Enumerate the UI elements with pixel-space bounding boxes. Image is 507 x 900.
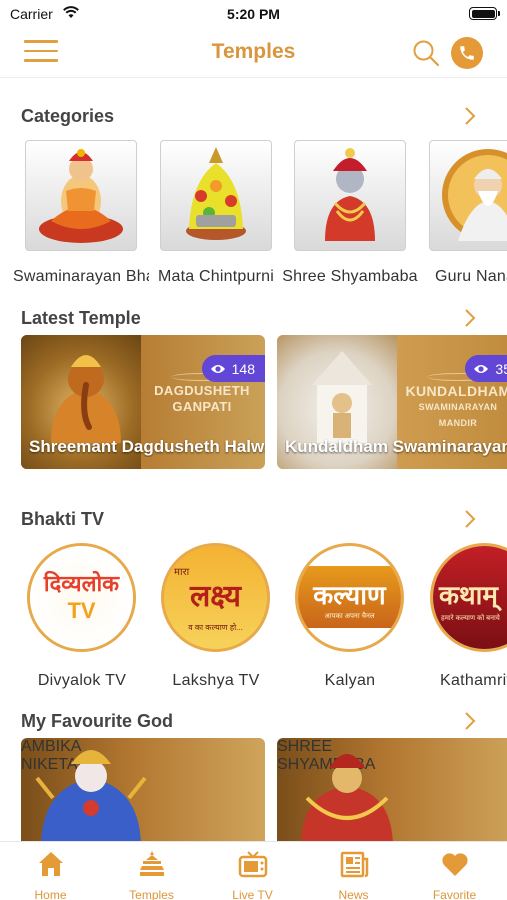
category-image[interactable] [294,140,406,251]
temple-overlay-name: KUNDALDHAM SWAMINARAYAN MANDIR [405,383,507,428]
phone-icon [460,46,474,60]
tv-channel-item[interactable]: मारा लक्ष्य व का कल्याण हो... Lakshya TV [160,543,272,690]
tv-channel-item[interactable]: दिव्यलोक TV Divyalok TV [26,543,138,690]
chevron-right-icon[interactable] [459,105,481,127]
categories-row[interactable]: Swaminarayan Bhagwan Mata Chintpurni [0,140,507,290]
deity-image [301,754,393,841]
tv-channel-item[interactable]: कथाम् हमारे कल्याण को बनाये Kathamrit [429,543,507,690]
battery-icon [469,7,500,20]
latest-temple-row[interactable]: DAGDUSHETH GANPATI 148 Shreemant Dagdush… [0,335,507,471]
deity-image [35,750,147,841]
temple-overlay-name: DAGDUSHETH GANPATI [154,383,250,414]
call-button[interactable] [451,37,483,69]
deity-image [39,149,123,243]
temple-icon [139,851,164,876]
chevron-right-icon[interactable] [459,307,481,329]
tv-channel-item[interactable]: कल्याण आपका अपना चैनल Kalyan [294,543,406,690]
section-title: My Favourite God [21,711,174,731]
deity-image [186,147,246,240]
category-image[interactable] [429,140,507,251]
category-image[interactable] [160,140,272,251]
categories-header: Categories [21,103,487,129]
channel-logo-tagline: हमारे कल्याण को बनाये [441,615,500,622]
tab-label: Home [34,888,67,900]
chevron-right-icon[interactable] [459,508,481,530]
temple-card[interactable]: KUNDALDHAM SWAMINARAYAN MANDIR 35 Kundal… [277,335,507,469]
section-title: Bhakti TV [21,509,105,529]
temple-image [312,351,372,443]
deity-image [442,149,507,241]
heart-icon [441,853,468,876]
tab-live-tv[interactable]: Live TV [202,842,303,900]
category-item[interactable]: Mata Chintpurni [158,140,274,286]
god-card[interactable]: AMBIKA NIKETAN [21,738,265,841]
favourite-god-header: My Favourite God [21,708,487,734]
channel-logo[interactable]: दिव्यलोक TV [27,543,136,652]
channel-logo-subtext: TV [67,598,96,623]
tab-label: News [338,888,369,900]
navigation-bar: Temples [0,28,507,78]
category-label: Swaminarayan Bhagwan [13,268,149,285]
views-badge: 148 [201,355,265,382]
category-label: Shree Shyambaba [282,268,418,285]
category-item[interactable]: Swaminarayan Bhagwan [13,140,149,286]
channel-label: Kathamrit [440,672,507,689]
deity-image [51,355,121,443]
channel-logo-text: दिव्यलोक [43,572,120,597]
bhakti-tv-header: Bhakti TV [21,506,487,532]
tab-favorite[interactable]: Favorite [404,842,505,900]
channel-logo[interactable]: कथाम् हमारे कल्याण को बनाये [430,543,507,652]
channel-logo-text: कल्याण [313,581,386,611]
deity-image [325,148,375,241]
channel-logo-text: लक्ष्य [189,579,242,614]
eye-icon [210,364,225,373]
category-label: Mata Chintpurni [158,268,274,285]
category-label: Guru Nanak [435,268,507,285]
tv-icon [238,851,267,878]
tab-label: Temples [129,888,174,900]
channel-logo[interactable]: कल्याण आपका अपना चैनल [295,543,404,652]
category-image[interactable] [25,140,137,251]
channel-label: Lakshya TV [172,672,260,689]
tab-news[interactable]: News [303,842,404,900]
channel-label: Divyalok TV [37,672,127,689]
status-bar: Carrier 5:20 PM [0,0,507,28]
section-title: Categories [21,106,115,126]
search-icon[interactable] [411,38,441,68]
channel-logo[interactable]: मारा लक्ष्य व का कल्याण हो... [161,543,270,652]
tab-label: Favorite [432,888,477,900]
channel-logo-tagline: आपका अपना चैनल [324,613,375,620]
tab-home[interactable]: Home [0,842,101,900]
channel-label: Kalyan [324,672,376,689]
chevron-right-icon[interactable] [459,710,481,732]
bhakti-tv-row[interactable]: दिव्यलोक TV Divyalok TV मारा लक्ष्य व का… [0,543,507,693]
category-item[interactable]: Guru Nanak [429,140,507,286]
clock: 5:20 PM [227,6,280,22]
favourite-god-row[interactable]: AMBIKA NIKETAN SHREE SHYAMBABA [0,738,507,841]
views-badge: 35 [465,355,507,382]
temple-caption: Shreemant Dagdusheth Halwai Ganpati [29,437,265,456]
content-scroll[interactable]: Categories Swaminarayan Bhagwan [0,79,507,841]
section-title: Latest Temple [21,308,141,328]
temple-caption: Kundaldham Swaminarayan Mandir [285,437,507,456]
god-card[interactable]: SHREE SHYAMBABA [277,738,507,841]
tab-temples[interactable]: Temples [101,842,202,900]
tab-bar: Home Temples Live TV News Favorite [0,841,507,900]
channel-logo-text: कथाम् [439,581,498,611]
tab-label: Live TV [232,888,273,900]
latest-temple-header: Latest Temple [21,305,487,331]
channel-logo-tagline: व का कल्याण हो... [188,623,243,632]
temple-card[interactable]: DAGDUSHETH GANPATI 148 Shreemant Dagdush… [21,335,265,469]
category-item[interactable]: Shree Shyambaba [282,140,418,286]
news-icon [340,851,368,878]
eye-icon [474,364,489,373]
home-icon [38,852,63,876]
